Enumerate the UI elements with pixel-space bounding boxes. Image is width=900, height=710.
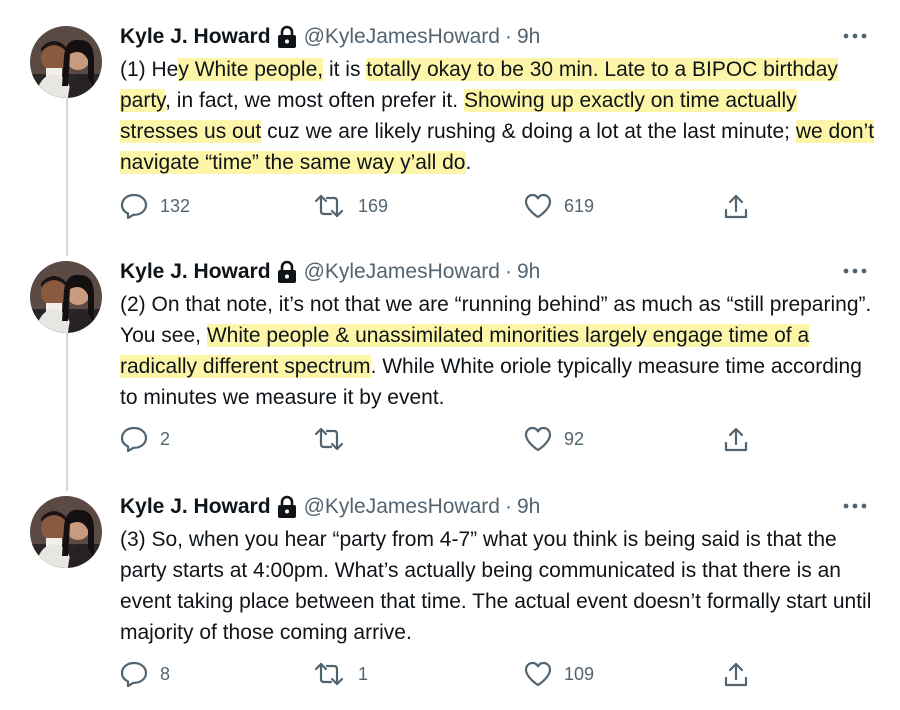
like-count: 109 [564,663,595,684]
heart-icon [524,661,552,687]
tweet-text: (2) On that note, it’s not that we are “… [120,289,880,413]
timestamp[interactable]: 9h [517,260,540,284]
tweet-text-segment: (3) So, when you hear “party from 4-7” w… [120,528,872,644]
retweet-icon [312,661,346,687]
separator-dot: · [504,25,512,48]
author-handle[interactable]: @KyleJamesHoward [304,25,500,49]
highlighted-text: y White people, [178,58,324,81]
more-icon[interactable] [840,259,870,283]
reply-icon [120,193,148,219]
author-handle[interactable]: @KyleJamesHoward [304,495,500,519]
thread-line [66,88,68,256]
reply-button[interactable]: 132 [120,193,190,219]
avatar-photo [30,26,102,98]
share-icon [722,193,750,221]
action-bar: 2 92 [120,426,760,456]
avatar-photo [30,261,102,333]
timestamp[interactable]: 9h [517,25,540,49]
timestamp[interactable]: 9h [517,495,540,519]
like-count: 92 [564,428,585,449]
like-button[interactable]: 109 [524,661,594,687]
tweet-header: Kyle J. Howard @KyleJamesHoward · 9h [120,257,540,287]
reply-icon [120,426,148,452]
author-name[interactable]: Kyle J. Howard [120,25,271,49]
retweet-icon [312,193,346,219]
like-count: 619 [564,195,595,216]
tweet-text-segment: , in fact, we most often prefer it. [165,89,464,112]
lock-icon [276,495,298,519]
share-icon [722,426,750,454]
tweet-text-segment: cuz we are likely rushing & doing a lot … [261,120,796,143]
more-icon[interactable] [840,24,870,48]
share-icon [722,661,750,689]
retweet-button[interactable]: 169 [312,193,388,219]
lock-icon [276,25,298,49]
reply-count: 132 [160,195,191,216]
share-button[interactable] [722,426,750,454]
author-handle[interactable]: @KyleJamesHoward [304,260,500,284]
reply-button[interactable]: 2 [120,426,170,452]
like-button[interactable]: 92 [524,426,584,452]
retweet-icon [312,426,346,452]
tweet-text-segment: it is [323,58,367,81]
reply-count: 2 [160,428,171,449]
reply-icon [120,661,148,687]
share-button[interactable] [722,193,750,221]
reply-button[interactable]: 8 [120,661,170,687]
share-button[interactable] [722,661,750,689]
avatar[interactable] [30,496,102,568]
tweet-header: Kyle J. Howard @KyleJamesHoward · 9h [120,492,540,522]
separator-dot: · [504,495,512,518]
tweet-text: (3) So, when you hear “party from 4-7” w… [120,524,880,648]
retweet-button[interactable]: 1 [312,661,368,687]
reply-count: 8 [160,663,171,684]
action-bar: 8 1 109 [120,661,760,691]
action-bar: 132 169 619 [120,193,760,223]
tweet-text-segment: (1) He [120,58,179,81]
tweet-text-segment: . [465,151,472,174]
author-name[interactable]: Kyle J. Howard [120,495,271,519]
lock-icon [276,260,298,284]
separator-dot: · [504,260,512,283]
tweet-header: Kyle J. Howard @KyleJamesHoward · 9h [120,22,540,52]
author-name[interactable]: Kyle J. Howard [120,260,271,284]
tweet-text: (1) Hey White people, it is totally okay… [120,54,880,178]
retweet-count: 169 [358,195,389,216]
heart-icon [524,426,552,452]
heart-icon [524,193,552,219]
retweet-count: 1 [358,663,369,684]
retweet-button[interactable] [312,426,358,452]
avatar[interactable] [30,261,102,333]
more-icon[interactable] [840,494,870,518]
thread-line [66,325,68,491]
avatar[interactable] [30,26,102,98]
like-button[interactable]: 619 [524,193,594,219]
tweet-thread: Kyle J. Howard @KyleJamesHoward · 9h (1)… [0,0,900,710]
avatar-photo [30,496,102,568]
